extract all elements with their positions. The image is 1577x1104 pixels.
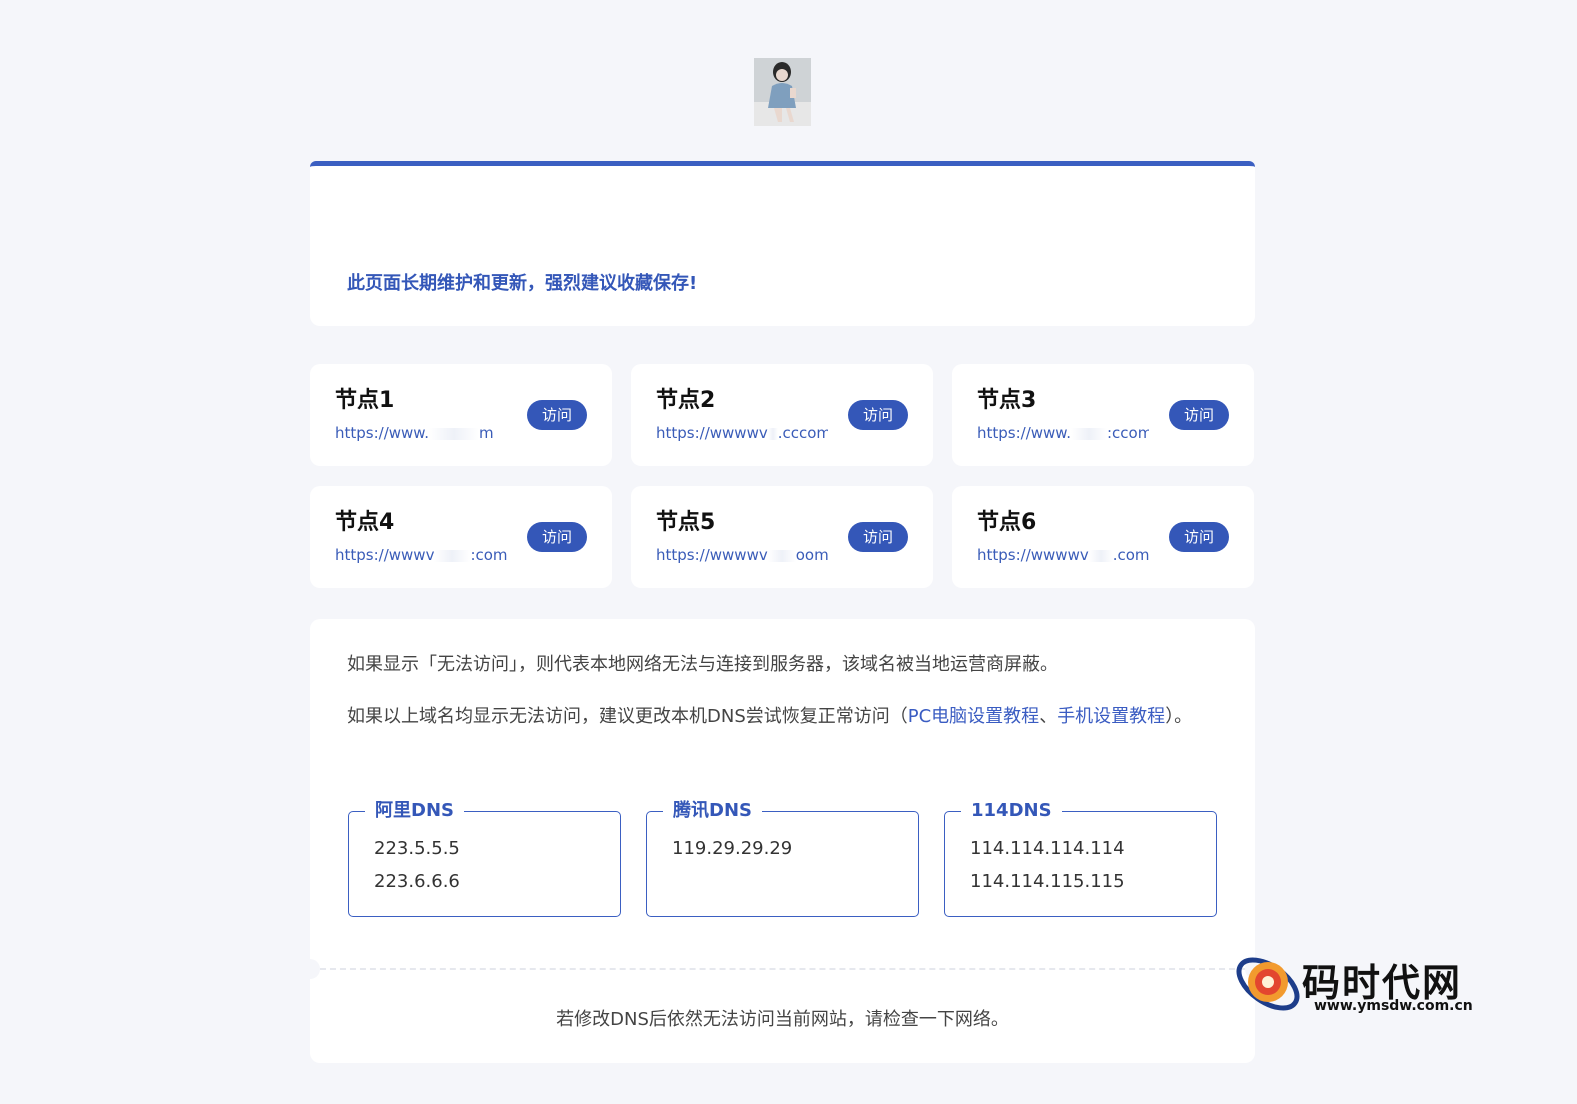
node-card-4: 节点4 https://wwwv :com 访问 bbox=[310, 486, 612, 588]
visit-button[interactable]: 访问 bbox=[847, 522, 908, 552]
node-name: 节点4 bbox=[335, 510, 395, 535]
dns-ip: 223.6.6.6 bbox=[374, 871, 460, 892]
node-card-1: 节点1 https://www. m 访问 bbox=[310, 364, 612, 466]
url-redaction bbox=[434, 549, 471, 562]
node-url[interactable]: https://wwwwv oom bbox=[656, 546, 828, 564]
dns-ip: 114.114.114.114 bbox=[970, 838, 1125, 859]
help-text-unreachable: 如果显示「无法访问」，则代表本地网络无法与连接到服务器，该域名被当地运营商屏蔽。 bbox=[347, 654, 1058, 675]
node-card-6: 节点6 https://wwwwv .com 访问 bbox=[952, 486, 1254, 588]
url-redaction bbox=[767, 427, 778, 440]
node-url-end: :com bbox=[470, 546, 507, 564]
node-url[interactable]: https://www. m bbox=[335, 424, 507, 442]
node-url[interactable]: https://wwwwv .com bbox=[977, 546, 1149, 564]
url-redaction bbox=[428, 427, 479, 440]
dashed-divider bbox=[310, 968, 1255, 970]
dns-ip: 119.29.29.29 bbox=[672, 838, 793, 859]
node-name: 节点2 bbox=[656, 388, 716, 413]
url-redaction bbox=[1070, 427, 1107, 440]
visit-button[interactable]: 访问 bbox=[1168, 400, 1229, 430]
node-url-start: https://www. bbox=[335, 424, 429, 442]
node-card-3: 节点3 https://www. :ccom 访问 bbox=[952, 364, 1254, 466]
dns-box-aliyun: 阿里DNS 223.5.5.5 223.6.6.6 bbox=[348, 799, 621, 917]
visit-button[interactable]: 访问 bbox=[526, 522, 587, 552]
node-url-start: https://wwwv bbox=[335, 546, 435, 564]
avatar-photo bbox=[754, 58, 811, 126]
avatar bbox=[754, 58, 811, 126]
dns-title: 腾讯DNS bbox=[663, 799, 762, 823]
notice-text: 此页面长期维护和更新，强烈建议收藏保存! bbox=[347, 273, 698, 294]
link-separator: 、 bbox=[1039, 706, 1058, 727]
watermark: 码时代网 www.ymsdw.com.cn bbox=[1232, 948, 1482, 1018]
node-url-end: :ccom bbox=[1106, 424, 1149, 442]
help-text-dns: 如果以上域名均显示无法访问，建议更改本机DNS尝试恢复正常访问（PC电脑设置教程… bbox=[347, 701, 1222, 733]
node-url[interactable]: https://www. :ccom bbox=[977, 424, 1149, 442]
notice-card: 此页面长期维护和更新，强烈建议收藏保存! bbox=[310, 161, 1255, 326]
watermark-logo-icon bbox=[1236, 957, 1300, 1011]
dns-box-tencent: 腾讯DNS 119.29.29.29 bbox=[646, 799, 919, 917]
help-dns-suffix: ）。 bbox=[1165, 706, 1193, 727]
dns-ip: 223.5.5.5 bbox=[374, 838, 460, 859]
help-card: 如果显示「无法访问」，则代表本地网络无法与连接到服务器，该域名被当地运营商屏蔽。… bbox=[300, 619, 1265, 1063]
node-card-2: 节点2 https://wwwwv .cccom 访问 bbox=[631, 364, 933, 466]
node-url-end: .cccom bbox=[777, 424, 828, 442]
node-url-start: https://www. bbox=[977, 424, 1071, 442]
visit-button[interactable]: 访问 bbox=[1168, 522, 1229, 552]
node-url-start: https://wwwwv bbox=[656, 424, 768, 442]
node-name: 节点3 bbox=[977, 388, 1037, 413]
node-url-start: https://wwwwv bbox=[656, 546, 768, 564]
node-card-5: 节点5 https://wwwwv oom 访问 bbox=[631, 486, 933, 588]
dns-title: 阿里DNS bbox=[365, 799, 464, 823]
footer-text: 若修改DNS后依然无法访问当前网站，请检查一下网络。 bbox=[556, 1009, 1009, 1030]
node-name: 节点5 bbox=[656, 510, 716, 535]
node-url[interactable]: https://wwwwv .cccom bbox=[656, 424, 828, 442]
node-url-end: oom bbox=[795, 546, 828, 564]
url-redaction bbox=[767, 549, 796, 562]
mobile-setup-tutorial-link[interactable]: 手机设置教程 bbox=[1057, 706, 1165, 727]
watermark-url: www.ymsdw.com.cn bbox=[1314, 998, 1473, 1014]
node-url-start: https://wwwwv bbox=[977, 546, 1089, 564]
node-name: 节点6 bbox=[977, 510, 1037, 535]
divider-notch-left bbox=[300, 959, 320, 979]
url-redaction bbox=[1088, 549, 1113, 562]
node-url-end: m bbox=[478, 424, 494, 442]
dns-title: 114DNS bbox=[961, 799, 1062, 823]
help-dns-prefix: 如果以上域名均显示无法访问，建议更改本机DNS尝试恢复正常访问（ bbox=[347, 706, 908, 727]
node-url-end: .com bbox=[1112, 546, 1149, 564]
pc-setup-tutorial-link[interactable]: PC电脑设置教程 bbox=[908, 706, 1039, 727]
dns-box-114: 114DNS 114.114.114.114 114.114.115.115 bbox=[944, 799, 1217, 917]
visit-button[interactable]: 访问 bbox=[847, 400, 908, 430]
node-name: 节点1 bbox=[335, 388, 395, 413]
dns-ip: 114.114.115.115 bbox=[970, 871, 1125, 892]
visit-button[interactable]: 访问 bbox=[526, 400, 587, 430]
node-url[interactable]: https://wwwv :com bbox=[335, 546, 507, 564]
